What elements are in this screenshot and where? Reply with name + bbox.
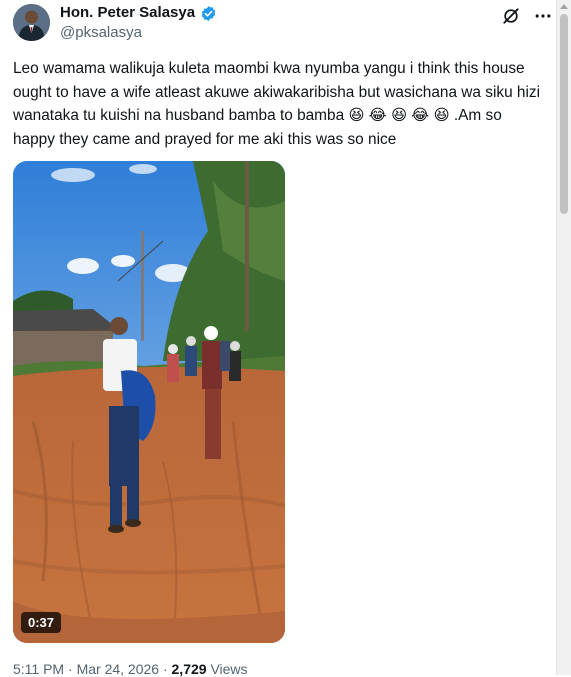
video-frame: [13, 161, 285, 643]
avatar[interactable]: [13, 4, 50, 41]
page-scrollbar[interactable]: [556, 0, 571, 675]
more-dots-icon[interactable]: [533, 6, 553, 26]
tweet-post: Hon. Peter Salasya @pksalasya Leo wamama…: [0, 0, 557, 677]
video-player[interactable]: 0:37: [13, 161, 285, 643]
video-duration: 0:37: [21, 612, 62, 633]
author-handle[interactable]: @pksalasya: [60, 24, 142, 42]
tweet-text: Leo wamama walikuja kuleta maombi kwa ny…: [13, 60, 545, 148]
verified-badge-icon: [200, 5, 217, 22]
author-display-name[interactable]: Hon. Peter Salasya: [60, 4, 195, 22]
author-name-row: Hon. Peter Salasya: [60, 4, 217, 22]
grok-slash-icon[interactable]: [501, 6, 521, 26]
post-actions-top: [501, 6, 553, 26]
scroll-up-arrow-icon[interactable]: [560, 4, 568, 9]
scrollbar-thumb[interactable]: [560, 14, 568, 214]
